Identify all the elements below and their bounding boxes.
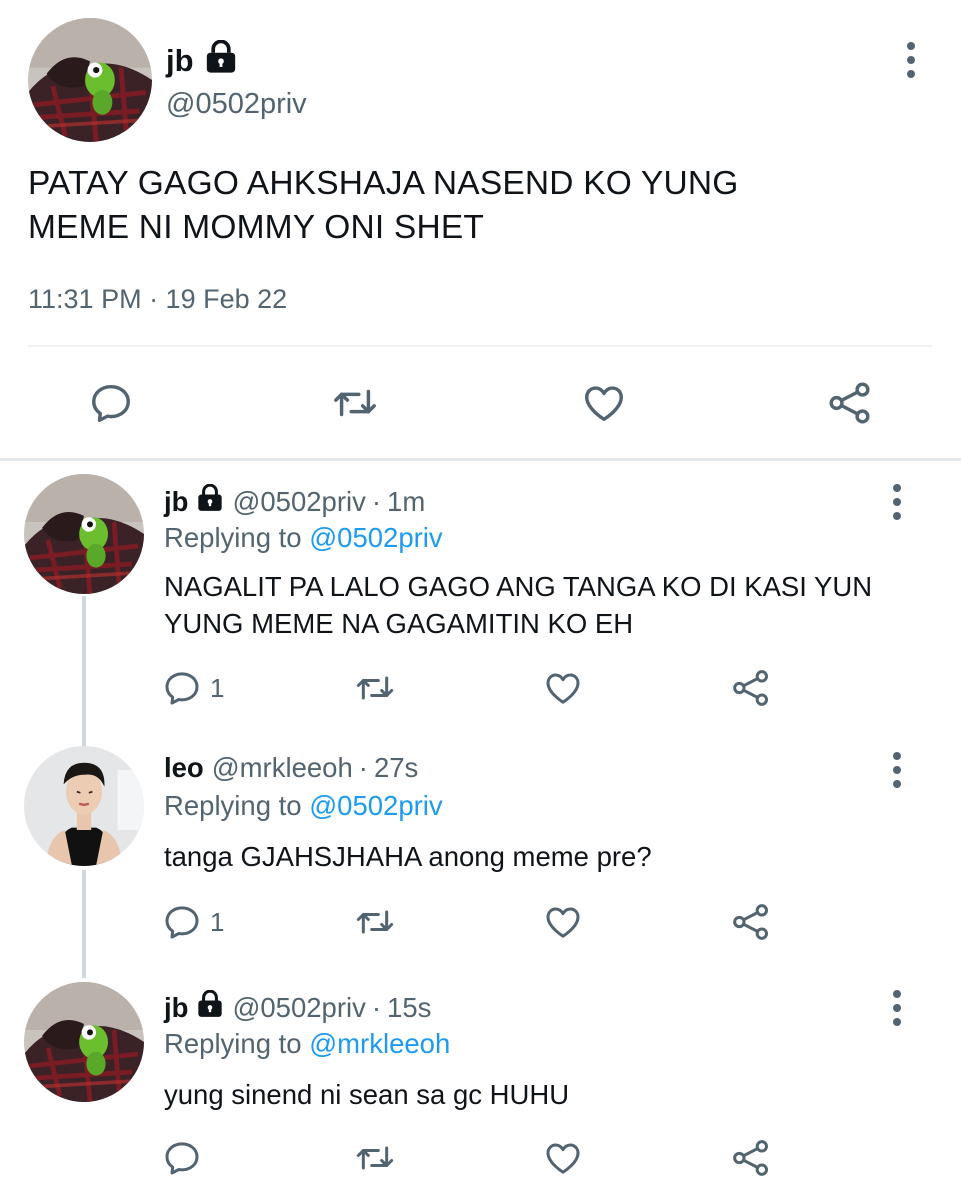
share-button[interactable] [730, 1138, 772, 1178]
author-handle[interactable]: @0502priv [232, 992, 365, 1024]
reply-tweet: leo @mrkleeoh · 27s Replying to @0502pri… [0, 742, 961, 982]
author-name[interactable]: jb [164, 486, 188, 518]
like-button[interactable] [542, 1138, 584, 1178]
main-tweet: jb @0502priv PATAY GAGO AHKSHAJA NASEND … [0, 0, 961, 462]
reply-text-line: yung sinend ni sean sa gc HUHU [164, 1079, 570, 1110]
separator-dot: · [358, 752, 368, 783]
reply-time[interactable]: 27s [374, 752, 418, 784]
reply-button[interactable]: 1 [162, 902, 224, 942]
more-vertical-icon[interactable] [890, 484, 904, 520]
divider [28, 345, 932, 347]
author-handle[interactable]: @0502priv [232, 486, 365, 518]
reply-button[interactable] [88, 380, 134, 426]
replying-prefix: Replying to [164, 522, 302, 553]
retweet-icon [354, 902, 396, 942]
reply-text-line: tanga GJAHSJHAHA anong meme pre? [164, 841, 652, 872]
like-button[interactable] [542, 668, 584, 708]
reply-text-line: NAGALIT PA LALO GAGO ANG TANGA KO DI KAS… [164, 571, 873, 602]
tweet-text: PATAY GAGO AHKSHAJA NASEND KO YUNG MEME … [28, 162, 908, 250]
avatar[interactable] [24, 982, 144, 1102]
reply-text: NAGALIT PA LALO GAGO ANG TANGA KO DI KAS… [164, 568, 924, 642]
share-icon [730, 1138, 772, 1178]
separator-dot: · [371, 485, 382, 517]
retweet-icon [330, 380, 380, 426]
author-name[interactable]: jb [166, 43, 194, 79]
like-icon [580, 380, 628, 426]
share-button[interactable] [730, 668, 772, 708]
reply-header: jb @0502priv · 15s [164, 990, 431, 1025]
reply-text: tanga GJAHSJHAHA anong meme pre? [164, 838, 924, 875]
replying-prefix: Replying to [164, 790, 302, 821]
like-button[interactable] [580, 380, 628, 426]
author-name[interactable]: jb [164, 992, 188, 1024]
retweet-icon [354, 668, 396, 708]
reply-time[interactable]: 15s [387, 992, 431, 1024]
like-icon [542, 902, 584, 942]
retweet-button[interactable] [354, 902, 396, 942]
replying-to: Replying to @0502priv [164, 790, 443, 822]
reply-header: leo @mrkleeoh · 27s [164, 752, 418, 784]
more-vertical-icon[interactable] [890, 990, 904, 1026]
author-name-row[interactable]: jb [166, 40, 238, 82]
reply-text-line: YUNG MEME NA GAGAMITIN KO EH [164, 608, 634, 639]
avatar[interactable] [28, 18, 152, 142]
lock-icon [204, 40, 238, 82]
reply-text: yung sinend ni sean sa gc HUHU [164, 1076, 924, 1113]
more-vertical-icon[interactable] [904, 42, 918, 78]
replying-to-link[interactable]: @0502priv [309, 790, 442, 821]
replying-to: Replying to @0502priv [164, 522, 443, 554]
like-button[interactable] [542, 902, 584, 942]
share-icon [730, 902, 772, 942]
more-vertical-icon[interactable] [890, 752, 904, 788]
separator-dot: · [371, 991, 382, 1023]
share-icon [730, 668, 772, 708]
like-icon [542, 1138, 584, 1178]
retweet-button[interactable] [354, 668, 396, 708]
tweet-text-line: PATAY GAGO AHKSHAJA NASEND KO YUNG [28, 165, 739, 202]
tweet-text-line: MEME NI MOMMY ONI SHET [28, 209, 485, 246]
replying-to-link[interactable]: @mrkleeoh [309, 1028, 450, 1059]
reply-button[interactable] [162, 1138, 202, 1178]
lock-icon [196, 990, 224, 1025]
like-icon [542, 668, 584, 708]
retweet-button[interactable] [354, 1138, 396, 1178]
avatar[interactable] [24, 474, 144, 594]
retweet-button[interactable] [330, 380, 380, 426]
author-name[interactable]: leo [164, 752, 204, 784]
reply-count: 1 [210, 906, 225, 937]
share-button[interactable] [730, 902, 772, 942]
lock-icon [196, 484, 224, 519]
reply-icon [162, 1138, 202, 1178]
tweet-timestamp[interactable]: 11:31 PM · 19 Feb 22 [28, 284, 287, 315]
reply-tweet: jb @0502priv · 1m Replying to @0502priv … [0, 470, 961, 740]
reply-header: jb @0502priv · 1m [164, 484, 425, 519]
reply-count: 1 [210, 672, 225, 703]
section-separator [0, 458, 961, 461]
reply-icon [162, 902, 202, 942]
retweet-icon [354, 1138, 396, 1178]
reply-icon [88, 380, 134, 426]
replying-to: Replying to @mrkleeoh [164, 1028, 450, 1060]
replying-to-link[interactable]: @0502priv [309, 522, 442, 553]
share-icon [826, 380, 874, 426]
author-handle[interactable]: @0502priv [166, 88, 307, 121]
reply-icon [162, 668, 202, 708]
avatar[interactable] [24, 746, 144, 866]
replying-prefix: Replying to [164, 1028, 302, 1059]
reply-button[interactable]: 1 [162, 668, 224, 708]
share-button[interactable] [826, 380, 874, 426]
reply-time[interactable]: 1m [387, 486, 425, 518]
reply-tweet: jb @0502priv · 15s Replying to @mrkleeoh… [0, 980, 961, 1200]
author-handle[interactable]: @mrkleeoh [212, 752, 353, 784]
